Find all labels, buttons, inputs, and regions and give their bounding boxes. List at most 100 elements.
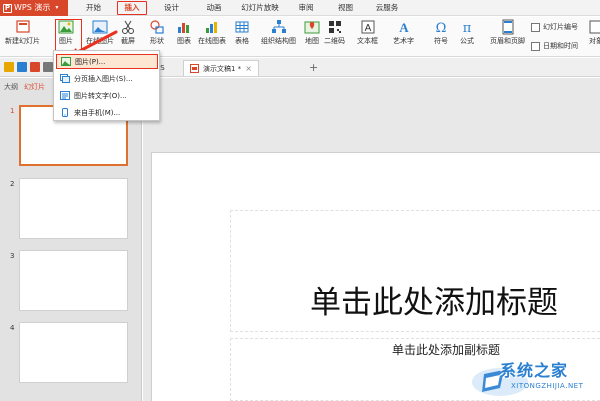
table-icon xyxy=(235,21,249,33)
chart-button[interactable]: 图表 xyxy=(176,19,192,46)
object-button[interactable]: 对象 xyxy=(588,19,600,46)
menu-item-label: 图片(P)... xyxy=(75,57,106,66)
slide-number-button[interactable]: 幻灯片编号 xyxy=(531,22,578,32)
slide-number: 4 xyxy=(10,324,15,332)
close-icon[interactable]: × xyxy=(245,61,252,77)
chart-label: 图表 xyxy=(177,37,191,45)
calendar-icon xyxy=(531,41,540,51)
wps-logo-icon: P xyxy=(3,3,12,13)
pi-icon: π xyxy=(463,21,472,35)
map-label: 地图 xyxy=(305,37,319,45)
tab-design[interactable]: 设计 xyxy=(147,0,196,16)
tab-view[interactable]: 视图 xyxy=(324,0,367,16)
header-footer-icon xyxy=(502,19,513,35)
slide-thumbnail-4[interactable] xyxy=(19,322,128,383)
formula-label: 公式 xyxy=(460,37,474,45)
open-folder-icon[interactable] xyxy=(4,62,14,72)
doc-tab-label: 演示文稿1 * xyxy=(203,64,242,73)
export-pdf-icon[interactable] xyxy=(30,62,40,72)
wordart-icon: A xyxy=(399,20,409,35)
presentation-file-icon xyxy=(190,64,199,73)
svg-text:π: π xyxy=(463,21,472,35)
picture-dropdown-menu: 图片(P)... 分页插入图片(S)... 图片转文字(O)... 来自手机(M… xyxy=(53,50,160,121)
smartart-label: 组织结构图 xyxy=(261,37,296,45)
header-footer-button[interactable]: 页眉和页脚 xyxy=(490,19,525,46)
tab-review[interactable]: 审阅 xyxy=(288,0,324,16)
map-icon xyxy=(304,21,320,34)
menu-item-picture[interactable]: 图片(P)... xyxy=(56,54,158,69)
slide-number-label: 幻灯片编号 xyxy=(543,23,578,31)
menu-bar: P WPS 演示 ▾ 开始 插入 设计 动画 幻灯片放映 审阅 视图 云服务 xyxy=(0,0,600,16)
online-chart-button[interactable]: 在线图表 xyxy=(198,19,226,46)
watermark-text: 系统之家 xyxy=(500,361,569,380)
tab-animation[interactable]: 动画 xyxy=(196,0,232,16)
table-button[interactable]: 表格 xyxy=(234,19,250,46)
watermark-url: XITONGZHIJIA.NET xyxy=(511,382,584,390)
shape-icon xyxy=(150,20,164,34)
slide-thumbnail-3[interactable] xyxy=(19,250,128,311)
shape-button[interactable]: 形状 xyxy=(149,19,165,46)
menu-item-label: 分页插入图片(S)... xyxy=(74,74,133,83)
panel-tabs: 大纲 幻灯片 xyxy=(4,82,45,92)
textbox-label: 文本框 xyxy=(357,37,378,45)
app-menu-button[interactable]: P WPS 演示 ▾ xyxy=(0,0,68,16)
map-button[interactable]: 地图 xyxy=(304,19,320,46)
header-footer-label: 页眉和页脚 xyxy=(490,37,525,45)
textbox-button[interactable]: A 文本框 xyxy=(357,19,378,46)
tab-document-1[interactable]: 演示文稿1 * × xyxy=(183,60,259,76)
formula-button[interactable]: π 公式 xyxy=(459,19,475,46)
svg-text:A: A xyxy=(364,23,371,34)
phone-icon xyxy=(60,108,70,117)
menu-item-picture-to-text[interactable]: 图片转文字(O)... xyxy=(56,88,158,103)
qrcode-icon xyxy=(328,21,341,33)
menu-item-label: 来自手机(M)... xyxy=(74,108,121,117)
wordart-label: 艺术字 xyxy=(393,37,414,45)
omega-icon: Ω xyxy=(436,21,447,35)
slide-thumbnail-2[interactable] xyxy=(19,178,128,239)
datetime-button[interactable]: 日期和时间 xyxy=(531,41,578,51)
symbol-button[interactable]: Ω 符号 xyxy=(433,19,449,46)
save-icon[interactable] xyxy=(17,62,27,72)
slide-number: 3 xyxy=(10,252,15,260)
symbol-label: 符号 xyxy=(434,37,448,45)
smartart-button[interactable]: 组织结构图 xyxy=(261,19,296,46)
slide-title-text[interactable]: 单击此处添加标题 xyxy=(310,285,558,321)
menu-item-label: 图片转文字(O)... xyxy=(74,91,127,100)
online-chart-icon xyxy=(206,22,217,33)
svg-text:Ω: Ω xyxy=(436,21,447,35)
qrcode-button[interactable]: 二维码 xyxy=(324,19,345,46)
tab-home[interactable]: 开始 xyxy=(70,0,117,16)
insert-tab-highlight xyxy=(117,1,147,15)
online-chart-label: 在线图表 xyxy=(198,37,226,45)
tab-outline[interactable]: 大纲 xyxy=(4,82,18,92)
menu-item-paged-insert[interactable]: 分页插入图片(S)... xyxy=(56,71,158,86)
picture-icon xyxy=(61,57,71,66)
tab-cloud[interactable]: 云服务 xyxy=(367,0,407,16)
new-slide-label: 新建幻灯片 xyxy=(5,37,40,45)
slide-number: 2 xyxy=(10,180,15,188)
print-icon[interactable] xyxy=(43,62,53,72)
new-tab-button[interactable]: + xyxy=(309,60,318,76)
object-icon xyxy=(589,20,600,34)
chevron-down-icon: ▾ xyxy=(55,4,59,11)
chart-icon xyxy=(178,23,189,33)
new-slide-button[interactable]: 新建幻灯片 xyxy=(5,19,40,46)
org-chart-icon xyxy=(271,20,286,33)
wordart-button[interactable]: A 艺术字 xyxy=(393,19,414,46)
object-label: 对象 xyxy=(589,37,600,45)
datetime-label: 日期和时间 xyxy=(543,42,578,50)
app-name: WPS 演示 xyxy=(14,3,51,12)
slide-number: 1 xyxy=(10,107,15,115)
menu-item-from-phone[interactable]: 来自手机(M)... xyxy=(56,105,158,120)
shape-label: 形状 xyxy=(150,37,164,45)
tab-slideshow[interactable]: 幻灯片放映 xyxy=(232,0,288,16)
tab-slides[interactable]: 幻灯片 xyxy=(24,82,45,92)
qrcode-label: 二维码 xyxy=(324,37,345,45)
slide-number-icon xyxy=(531,22,540,32)
svg-text:A: A xyxy=(399,20,409,35)
textbox-icon: A xyxy=(361,20,374,34)
new-slide-icon xyxy=(15,20,30,33)
pages-icon xyxy=(60,74,70,83)
ocr-icon xyxy=(60,91,70,100)
table-label: 表格 xyxy=(235,37,249,45)
